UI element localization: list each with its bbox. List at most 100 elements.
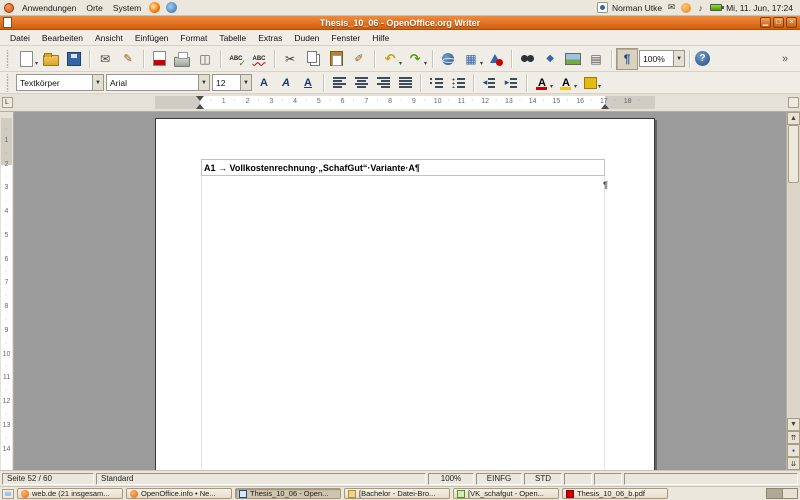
nonprinting-icon[interactable]: ¶	[616, 48, 638, 70]
cut-icon[interactable]: ✂	[279, 48, 301, 70]
help-launcher-icon[interactable]	[166, 2, 177, 13]
menu-item-bearbeiten[interactable]: Bearbeiten	[36, 32, 89, 44]
scrollbar-track[interactable]	[787, 183, 800, 418]
undo-icon[interactable]: ↶▾	[379, 48, 403, 70]
menu-item-datei[interactable]: Datei	[4, 32, 36, 44]
user-switcher-icon[interactable]	[597, 2, 608, 13]
table-icon[interactable]: ▦▾	[460, 48, 484, 70]
data-sources-icon[interactable]: ▤	[585, 48, 607, 70]
battery-icon[interactable]	[710, 4, 722, 11]
edit-file-icon[interactable]: ✎	[117, 48, 139, 70]
ubuntu-logo-icon[interactable]	[4, 3, 14, 13]
indent-decrease-icon[interactable]: ◂	[479, 73, 499, 93]
page-preview-icon[interactable]: ◫	[194, 48, 216, 70]
panel-menu-anwendungen[interactable]: Anwendungen	[17, 3, 81, 13]
firefox-launcher-icon[interactable]	[149, 2, 160, 13]
highlight-icon[interactable]: A▾	[556, 73, 578, 93]
paintbrush-icon[interactable]: ✐	[348, 48, 370, 70]
menu-item-einfgen[interactable]: Einfügen	[129, 32, 175, 44]
help-icon[interactable]: ?	[694, 50, 711, 67]
numbering-icon[interactable]	[426, 73, 446, 93]
workspace-1[interactable]	[767, 489, 782, 498]
status-selection-mode[interactable]: STD	[524, 473, 562, 485]
tab-type-selector[interactable]: L	[0, 94, 14, 111]
gallery-icon[interactable]	[562, 48, 584, 70]
chevron-down-icon[interactable]: ▼	[198, 75, 209, 90]
update-notifier-icon[interactable]	[681, 3, 691, 13]
taskbar-button[interactable]: [VK_schafgut - Open...	[453, 488, 559, 499]
bold-icon[interactable]: A	[254, 73, 274, 93]
font-name-combo[interactable]: Arial ▼	[106, 74, 210, 91]
close-button[interactable]: ×	[786, 17, 797, 28]
status-zoom[interactable]: 100%	[428, 473, 474, 485]
volume-icon[interactable]: ♪	[695, 2, 706, 13]
maximize-button[interactable]: □	[773, 17, 784, 28]
document-table[interactable]: A1 → Vollkostenrechnung·„SchafGut“·Varia…	[201, 159, 605, 176]
new-document-icon[interactable]: ▾	[15, 48, 39, 70]
status-page-style[interactable]: Standard	[96, 473, 426, 485]
status-insert-mode[interactable]: EINFG	[476, 473, 522, 485]
open-icon[interactable]	[40, 48, 62, 70]
toolbar-handle[interactable]	[5, 50, 10, 68]
status-page-number[interactable]: Seite 52 / 60	[2, 473, 94, 485]
menu-item-ansicht[interactable]: Ansicht	[89, 32, 129, 44]
spellcheck-icon[interactable]: ABC	[225, 48, 247, 70]
find-replace-icon[interactable]	[516, 48, 538, 70]
ruler-toggle-icon[interactable]	[788, 97, 799, 108]
menu-item-format[interactable]: Format	[174, 32, 213, 44]
print-icon[interactable]	[171, 48, 193, 70]
mail-tray-icon[interactable]: ✉	[666, 2, 677, 13]
menu-item-fenster[interactable]: Fenster	[325, 32, 366, 44]
hyperlink-icon[interactable]	[437, 48, 459, 70]
taskbar-button[interactable]: [Bachelor - Datei-Bro...	[344, 488, 450, 499]
scrollbar-thumb[interactable]	[788, 125, 799, 183]
save-icon[interactable]	[63, 48, 85, 70]
font-color-icon[interactable]: A▾	[532, 73, 554, 93]
menu-item-extras[interactable]: Extras	[252, 32, 288, 44]
menu-item-hilfe[interactable]: Hilfe	[366, 32, 395, 44]
background-color-icon[interactable]: ▾	[580, 73, 602, 93]
workspace-2[interactable]	[782, 489, 797, 498]
align-left-icon[interactable]	[329, 73, 349, 93]
underline-icon[interactable]: A	[298, 73, 318, 93]
status-hyperlink-mode[interactable]	[564, 473, 592, 485]
vertical-scrollbar[interactable]: ▲ ▼ ⇈ ● ⇊	[786, 112, 800, 470]
menu-item-tabelle[interactable]: Tabelle	[213, 32, 252, 44]
taskbar-button[interactable]: Thesis_10_06_b.pdf	[562, 488, 668, 499]
bullets-icon[interactable]	[448, 73, 468, 93]
redo-icon[interactable]: ↷▾	[404, 48, 428, 70]
font-size-combo[interactable]: 12 ▼	[212, 74, 252, 91]
chevron-down-icon[interactable]: ▼	[673, 51, 684, 66]
indent-increase-icon[interactable]: ▸	[501, 73, 521, 93]
show-desktop-icon[interactable]	[2, 489, 14, 499]
autospellcheck-icon[interactable]: ABC	[248, 48, 270, 70]
scroll-down-icon[interactable]: ▼	[787, 418, 800, 431]
email-icon[interactable]: ✉	[94, 48, 116, 70]
align-center-icon[interactable]	[351, 73, 371, 93]
pdf-export-icon[interactable]	[148, 48, 170, 70]
menu-item-duden[interactable]: Duden	[288, 32, 325, 44]
zoom-combo[interactable]: 100%▼	[639, 50, 685, 67]
user-name[interactable]: Norman Utke	[612, 3, 662, 13]
toolbar-handle[interactable]	[5, 74, 10, 92]
paste-icon[interactable]	[325, 48, 347, 70]
paragraph-style-combo[interactable]: Textkörper ▼	[16, 74, 104, 91]
copy-icon[interactable]	[302, 48, 324, 70]
panel-menu-orte[interactable]: Orte	[81, 3, 108, 13]
clock[interactable]: Mi, 11. Jun, 17:24	[726, 3, 796, 13]
panel-menu-system[interactable]: System	[108, 3, 146, 13]
navigator-icon[interactable]: ◆	[539, 48, 561, 70]
first-line-indent-marker[interactable]	[196, 96, 204, 101]
scroll-up-icon[interactable]: ▲	[787, 112, 800, 125]
taskbar-button[interactable]: OpenOffice.info • Ne...	[126, 488, 232, 499]
align-right-icon[interactable]	[373, 73, 393, 93]
align-justify-icon[interactable]	[395, 73, 415, 93]
left-indent-marker[interactable]	[196, 104, 204, 109]
document-page[interactable]: A1 → Vollkostenrechnung·„SchafGut“·Varia…	[155, 118, 655, 470]
chevron-down-icon[interactable]: ▼	[92, 75, 103, 90]
draw-functions-icon[interactable]	[485, 48, 507, 70]
chevron-more-icon[interactable]: »	[774, 48, 796, 70]
navigation-icon[interactable]: ●	[787, 444, 800, 457]
chevron-down-icon[interactable]: ▼	[240, 75, 251, 90]
minimize-button[interactable]: ▁	[760, 17, 771, 28]
